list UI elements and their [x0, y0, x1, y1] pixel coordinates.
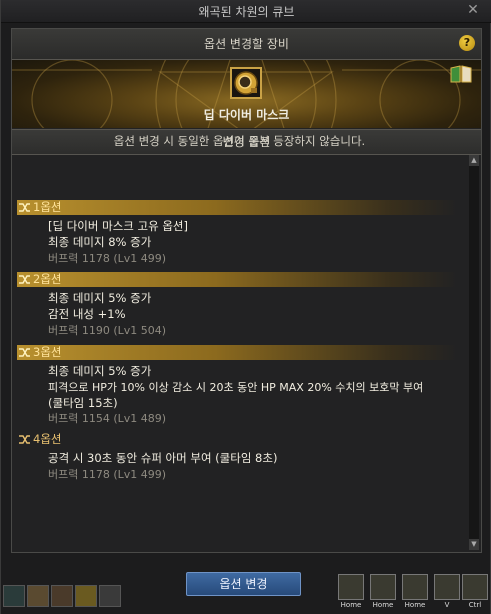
- option-3-buff: 버프력 1154 (Lv1 489): [48, 412, 167, 425]
- cube-window: 왜곡된 차원의 큐브 ✕ 옵션 변경할 장비 ? 딥 다이버 마스크 변경 옵션…: [0, 0, 491, 614]
- book-icon[interactable]: [449, 64, 473, 84]
- title-bar[interactable]: 왜곡된 차원의 큐브 ✕: [1, 0, 491, 23]
- option-3-line-3: (쿨타임 15초): [48, 396, 118, 410]
- shuffle-icon: [19, 348, 30, 357]
- skill-hotbar: Home Home Home V Ctrl: [320, 570, 490, 614]
- window-title: 왜곡된 차원의 큐브: [198, 5, 295, 19]
- hotkey-label: V: [444, 601, 450, 609]
- item-icon[interactable]: [230, 67, 262, 99]
- equipment-header-label: 옵션 변경할 장비: [204, 37, 289, 51]
- option-2-buff: 버프력 1190 (Lv1 504): [48, 324, 167, 337]
- quick-slots: [1, 585, 141, 614]
- option-1-line-2: 최종 데미지 8% 증가: [48, 235, 152, 249]
- option-2-line-2: 감전 내성 +1%: [48, 307, 126, 321]
- option-1-buff: 버프력 1178 (Lv1 499): [48, 252, 167, 265]
- option-4-line-1: 공격 시 30초 동안 슈퍼 아머 부여 (쿨타임 8초): [48, 451, 278, 465]
- equipment-header: 옵션 변경할 장비 ?: [12, 29, 481, 60]
- option-4-header: 4옵션: [17, 432, 457, 447]
- option-1-line-1: [딥 다이버 마스크 고유 옵션]: [48, 219, 188, 233]
- skill-slot-1[interactable]: Home: [338, 574, 364, 609]
- quickslot-icon[interactable]: [27, 585, 49, 607]
- item-banner: 딥 다이버 마스크: [12, 60, 481, 128]
- quickslot-icon[interactable]: [99, 585, 121, 607]
- hotkey-label: Home: [372, 601, 394, 609]
- option-1-header: 1옵션: [17, 200, 457, 215]
- option-1-title: 1옵션: [33, 200, 62, 214]
- duplicate-notice: 옵션 변경 시 동일한 옵션이 중복 등장하지 않습니다.: [113, 134, 366, 148]
- change-option-button[interactable]: 옵션 변경: [186, 572, 301, 596]
- option-3-title: 3옵션: [33, 345, 62, 359]
- option-3-header: 3옵션: [17, 345, 457, 360]
- quickslot-icon[interactable]: [75, 585, 97, 607]
- scroll-down-icon[interactable]: ▼: [469, 539, 479, 550]
- option-4-title: 4옵션: [33, 432, 62, 446]
- option-2-header: 2옵션: [17, 272, 457, 287]
- close-icon[interactable]: ✕: [464, 1, 482, 19]
- help-button[interactable]: ?: [459, 35, 475, 51]
- option-2-line-1: 최종 데미지 5% 증가: [48, 291, 152, 305]
- hotkey-label: Home: [404, 601, 426, 609]
- skill-slot-3[interactable]: Home: [402, 574, 428, 609]
- skill-slot-4[interactable]: V: [434, 574, 460, 609]
- shuffle-icon: [19, 203, 30, 212]
- item-name: 딥 다이버 마스크: [203, 108, 290, 122]
- options-scrollbar[interactable]: ▲ ▼: [469, 155, 479, 550]
- scroll-up-icon[interactable]: ▲: [469, 155, 479, 166]
- option-3-line-2: 피격으로 HP가 10% 이상 감소 시 20초 동안 HP MAX 20% 수…: [48, 381, 424, 394]
- hotkey-label: Ctrl: [468, 601, 482, 609]
- option-4-buff: 버프력 1178 (Lv1 499): [48, 468, 167, 481]
- shuffle-icon: [19, 435, 30, 444]
- diver-mask-icon: [234, 71, 258, 95]
- quickslot-icon[interactable]: [3, 585, 25, 607]
- skill-slot-5[interactable]: Ctrl: [462, 574, 488, 609]
- option-3-line-1: 최종 데미지 5% 증가: [48, 364, 152, 378]
- hotkey-label: Home: [340, 601, 362, 609]
- quickslot-icon[interactable]: [51, 585, 73, 607]
- option-2-title: 2옵션: [33, 272, 62, 286]
- skill-slot-2[interactable]: Home: [370, 574, 396, 609]
- shuffle-icon: [19, 275, 30, 284]
